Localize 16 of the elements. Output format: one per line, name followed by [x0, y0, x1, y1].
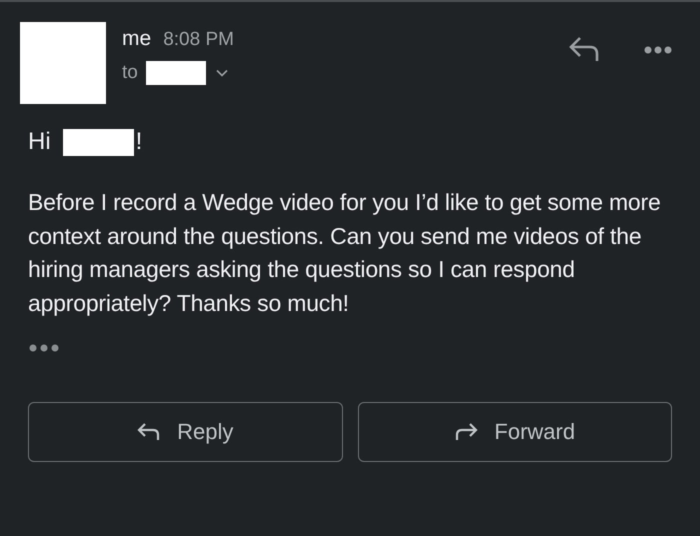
message-body: Before I record a Wedge video for you I’d like to get some more context around the questions. Can you send me videos of the hiring managers asking the questions so I can respond appropriately? Thanks so much!	[28, 188, 662, 318]
greeting-punctuation: !	[136, 128, 142, 156]
reply-icon[interactable]	[568, 36, 600, 62]
sender-name: me	[122, 27, 152, 51]
forward-button[interactable]: Forward	[358, 402, 672, 462]
redacted-block	[146, 61, 206, 85]
recipient-label: to	[122, 62, 138, 84]
more-icon[interactable]	[644, 46, 672, 54]
show-trimmed-icon[interactable]	[29, 344, 59, 352]
reply-icon	[137, 422, 162, 442]
timestamp: 8:08 PM	[163, 29, 234, 51]
chevron-down-icon[interactable]	[216, 69, 228, 77]
forward-icon	[454, 422, 478, 442]
greeting-text: Hi	[28, 128, 51, 156]
redacted-block	[62, 128, 134, 156]
reply-button[interactable]: Reply	[28, 402, 342, 462]
